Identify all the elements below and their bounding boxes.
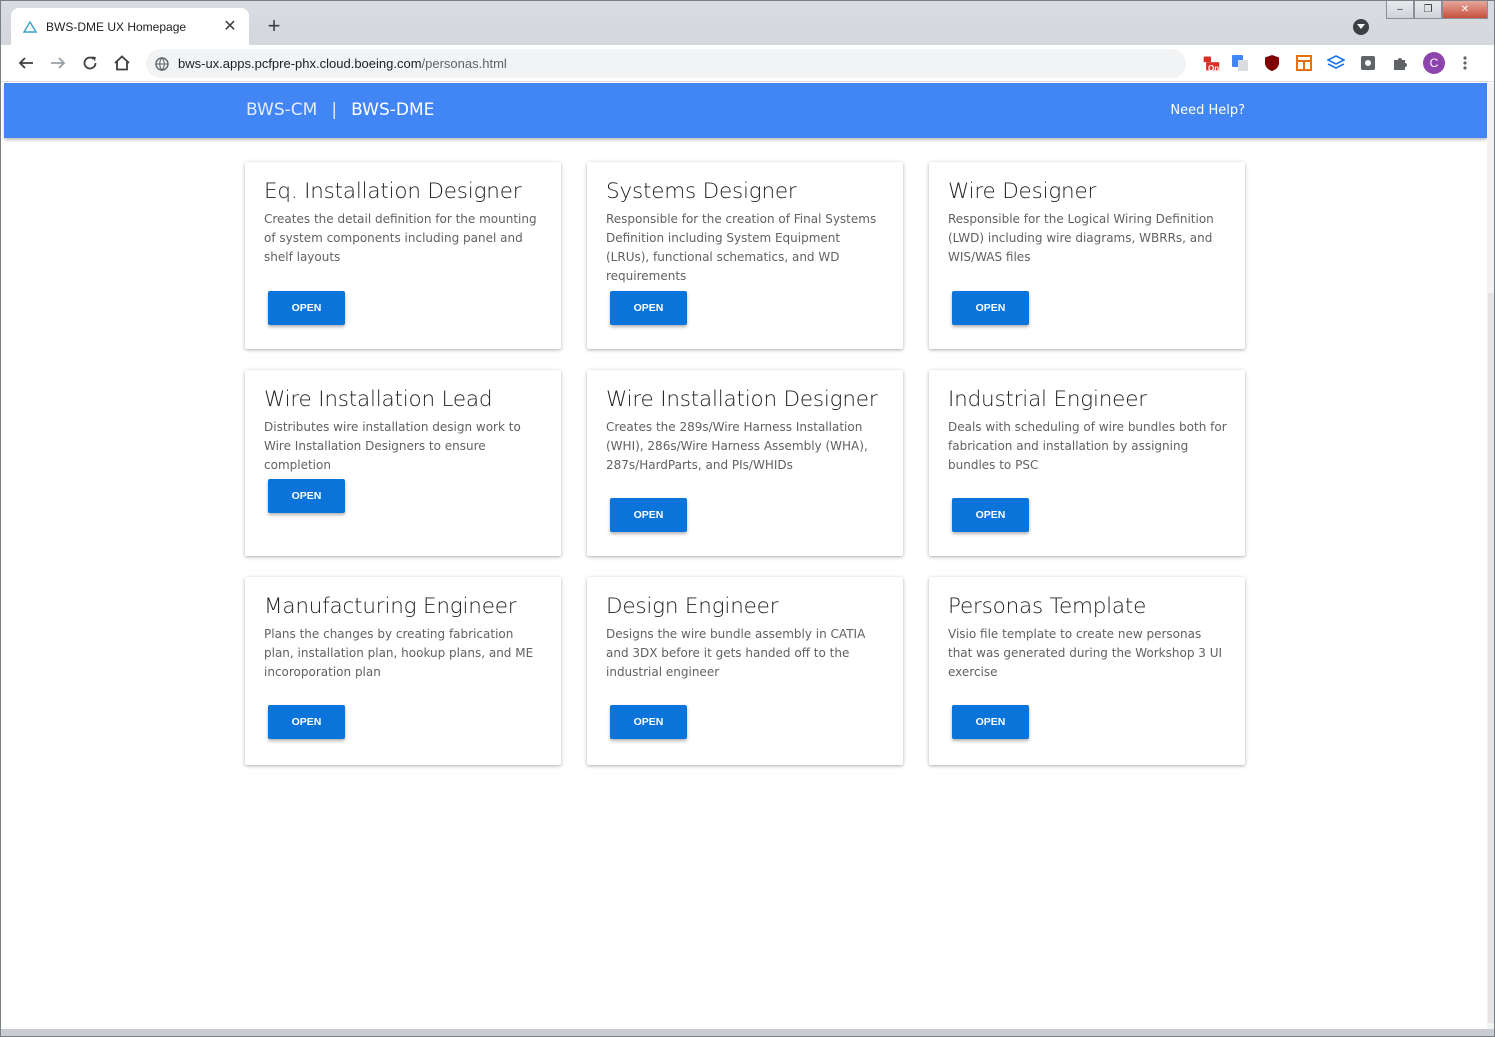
profile-avatar[interactable]: C: [1423, 52, 1445, 74]
tab-search-icon[interactable]: [1353, 19, 1369, 35]
window-controls: ‒ ❐ ✕: [1386, 1, 1488, 19]
persona-card: Wire Installation Lead Distributes wire …: [245, 370, 561, 556]
vertical-scrollbar[interactable]: [1487, 83, 1494, 1029]
close-window-button[interactable]: ✕: [1442, 1, 1488, 19]
persona-description: Visio file template to create new person…: [948, 627, 1223, 679]
persona-description: Designs the wire bundle assembly in CATI…: [606, 627, 866, 679]
window-bottom-edge: [1, 1029, 1494, 1036]
url-path: /personas.html: [421, 56, 507, 71]
persona-card: Wire Installation Designer Creates the 2…: [587, 370, 903, 556]
open-button[interactable]: OPEN: [610, 705, 687, 739]
nav-link-bws-cm[interactable]: BWS-CM: [246, 100, 317, 120]
persona-card: Systems Designer Responsible for the cre…: [587, 162, 903, 349]
persona-card: Industrial Engineer Deals with schedulin…: [929, 370, 1245, 556]
ublock-shield-icon[interactable]: [1263, 54, 1281, 72]
tab-strip: BWS-DME UX Homepage ✕ + ‒ ❐ ✕: [1, 1, 1494, 45]
back-arrow-icon[interactable]: [14, 51, 38, 75]
browser-toolbar: bws-ux.apps.pcfpre-phx.cloud.boeing.com /…: [1, 45, 1494, 82]
persona-title: Personas Template: [948, 594, 1147, 619]
extensions-puzzle-icon[interactable]: [1391, 54, 1409, 72]
app-header: BWS-CM | BWS-DME Need Help?: [4, 83, 1487, 138]
browser-window: BWS-DME UX Homepage ✕ + ‒ ❐ ✕ bws-ux.app…: [0, 0, 1495, 1037]
persona-card: Eq. Installation Designer Creates the de…: [245, 162, 561, 349]
open-button[interactable]: OPEN: [268, 479, 345, 513]
open-button[interactable]: OPEN: [952, 705, 1029, 739]
page-viewport: BWS-CM | BWS-DME Need Help? Eq. Installa…: [4, 83, 1487, 1029]
persona-title: Industrial Engineer: [948, 387, 1147, 412]
brand-nav: BWS-CM | BWS-DME: [246, 100, 434, 120]
open-button[interactable]: OPEN: [268, 705, 345, 739]
nav-link-bws-dme[interactable]: BWS-DME: [351, 100, 434, 120]
scrollbar-thumb[interactable]: [1488, 293, 1494, 1023]
persona-card: Design Engineer Designs the wire bundle …: [587, 577, 903, 765]
tab-title: BWS-DME UX Homepage: [46, 19, 187, 34]
home-icon[interactable]: [110, 51, 134, 75]
persona-description: Plans the changes by creating fabricatio…: [264, 627, 534, 679]
open-button[interactable]: OPEN: [610, 498, 687, 532]
persona-card: Personas Template Visio file template to…: [929, 577, 1245, 765]
persona-title: Eq. Installation Designer: [264, 179, 522, 204]
persona-title: Wire Designer: [948, 179, 1097, 204]
browser-menu-icon[interactable]: [1456, 54, 1474, 72]
persona-description: Responsible for the Logical Wiring Defin…: [948, 212, 1214, 264]
extension-badge: On: [1208, 64, 1220, 73]
persona-description: Creates the detail definition for the mo…: [264, 212, 537, 264]
nav-separator: |: [331, 100, 338, 120]
persona-description: Deals with scheduling of wire bundles bo…: [948, 420, 1227, 472]
persona-title: Wire Installation Lead: [264, 387, 493, 412]
reload-icon[interactable]: [78, 51, 102, 75]
new-tab-button[interactable]: +: [263, 15, 285, 38]
layout-extension-icon[interactable]: [1295, 54, 1313, 72]
persona-description: Distributes wire installation design wor…: [264, 420, 521, 472]
personas-grid: Eq. Installation Designer Creates the de…: [245, 162, 1245, 765]
forward-arrow-icon[interactable]: [46, 51, 70, 75]
minimize-button[interactable]: ‒: [1386, 1, 1414, 19]
persona-title: Design Engineer: [606, 594, 779, 619]
open-button[interactable]: OPEN: [952, 291, 1029, 325]
persona-title: Wire Installation Designer: [606, 387, 878, 412]
persona-description: Creates the 289s/Wire Harness Installati…: [606, 420, 868, 472]
browser-tab[interactable]: BWS-DME UX Homepage ✕: [11, 8, 249, 45]
open-button[interactable]: OPEN: [610, 291, 687, 325]
persona-card: Manufacturing Engineer Plans the changes…: [245, 577, 561, 765]
tab-close-icon[interactable]: ✕: [221, 18, 239, 36]
persona-description: Responsible for the creation of Final Sy…: [606, 212, 877, 283]
site-info-globe-icon[interactable]: [154, 56, 170, 72]
layers-extension-icon[interactable]: [1327, 54, 1345, 72]
site-favicon-icon: [23, 20, 37, 34]
persona-card: Wire Designer Responsible for the Logica…: [929, 162, 1245, 349]
persona-title: Systems Designer: [606, 179, 797, 204]
persona-title: Manufacturing Engineer: [264, 594, 517, 619]
translate-extension-icon[interactable]: [1231, 54, 1249, 72]
url-host: bws-ux.apps.pcfpre-phx.cloud.boeing.com: [178, 56, 422, 71]
need-help-link[interactable]: Need Help?: [1170, 103, 1245, 118]
open-button[interactable]: OPEN: [268, 291, 345, 325]
record-extension-icon[interactable]: On: [1202, 54, 1220, 73]
address-bar[interactable]: bws-ux.apps.pcfpre-phx.cloud.boeing.com /…: [146, 49, 1186, 78]
maximize-button[interactable]: ❐: [1414, 1, 1442, 19]
open-button[interactable]: OPEN: [952, 498, 1029, 532]
square-extension-icon[interactable]: [1359, 54, 1377, 72]
